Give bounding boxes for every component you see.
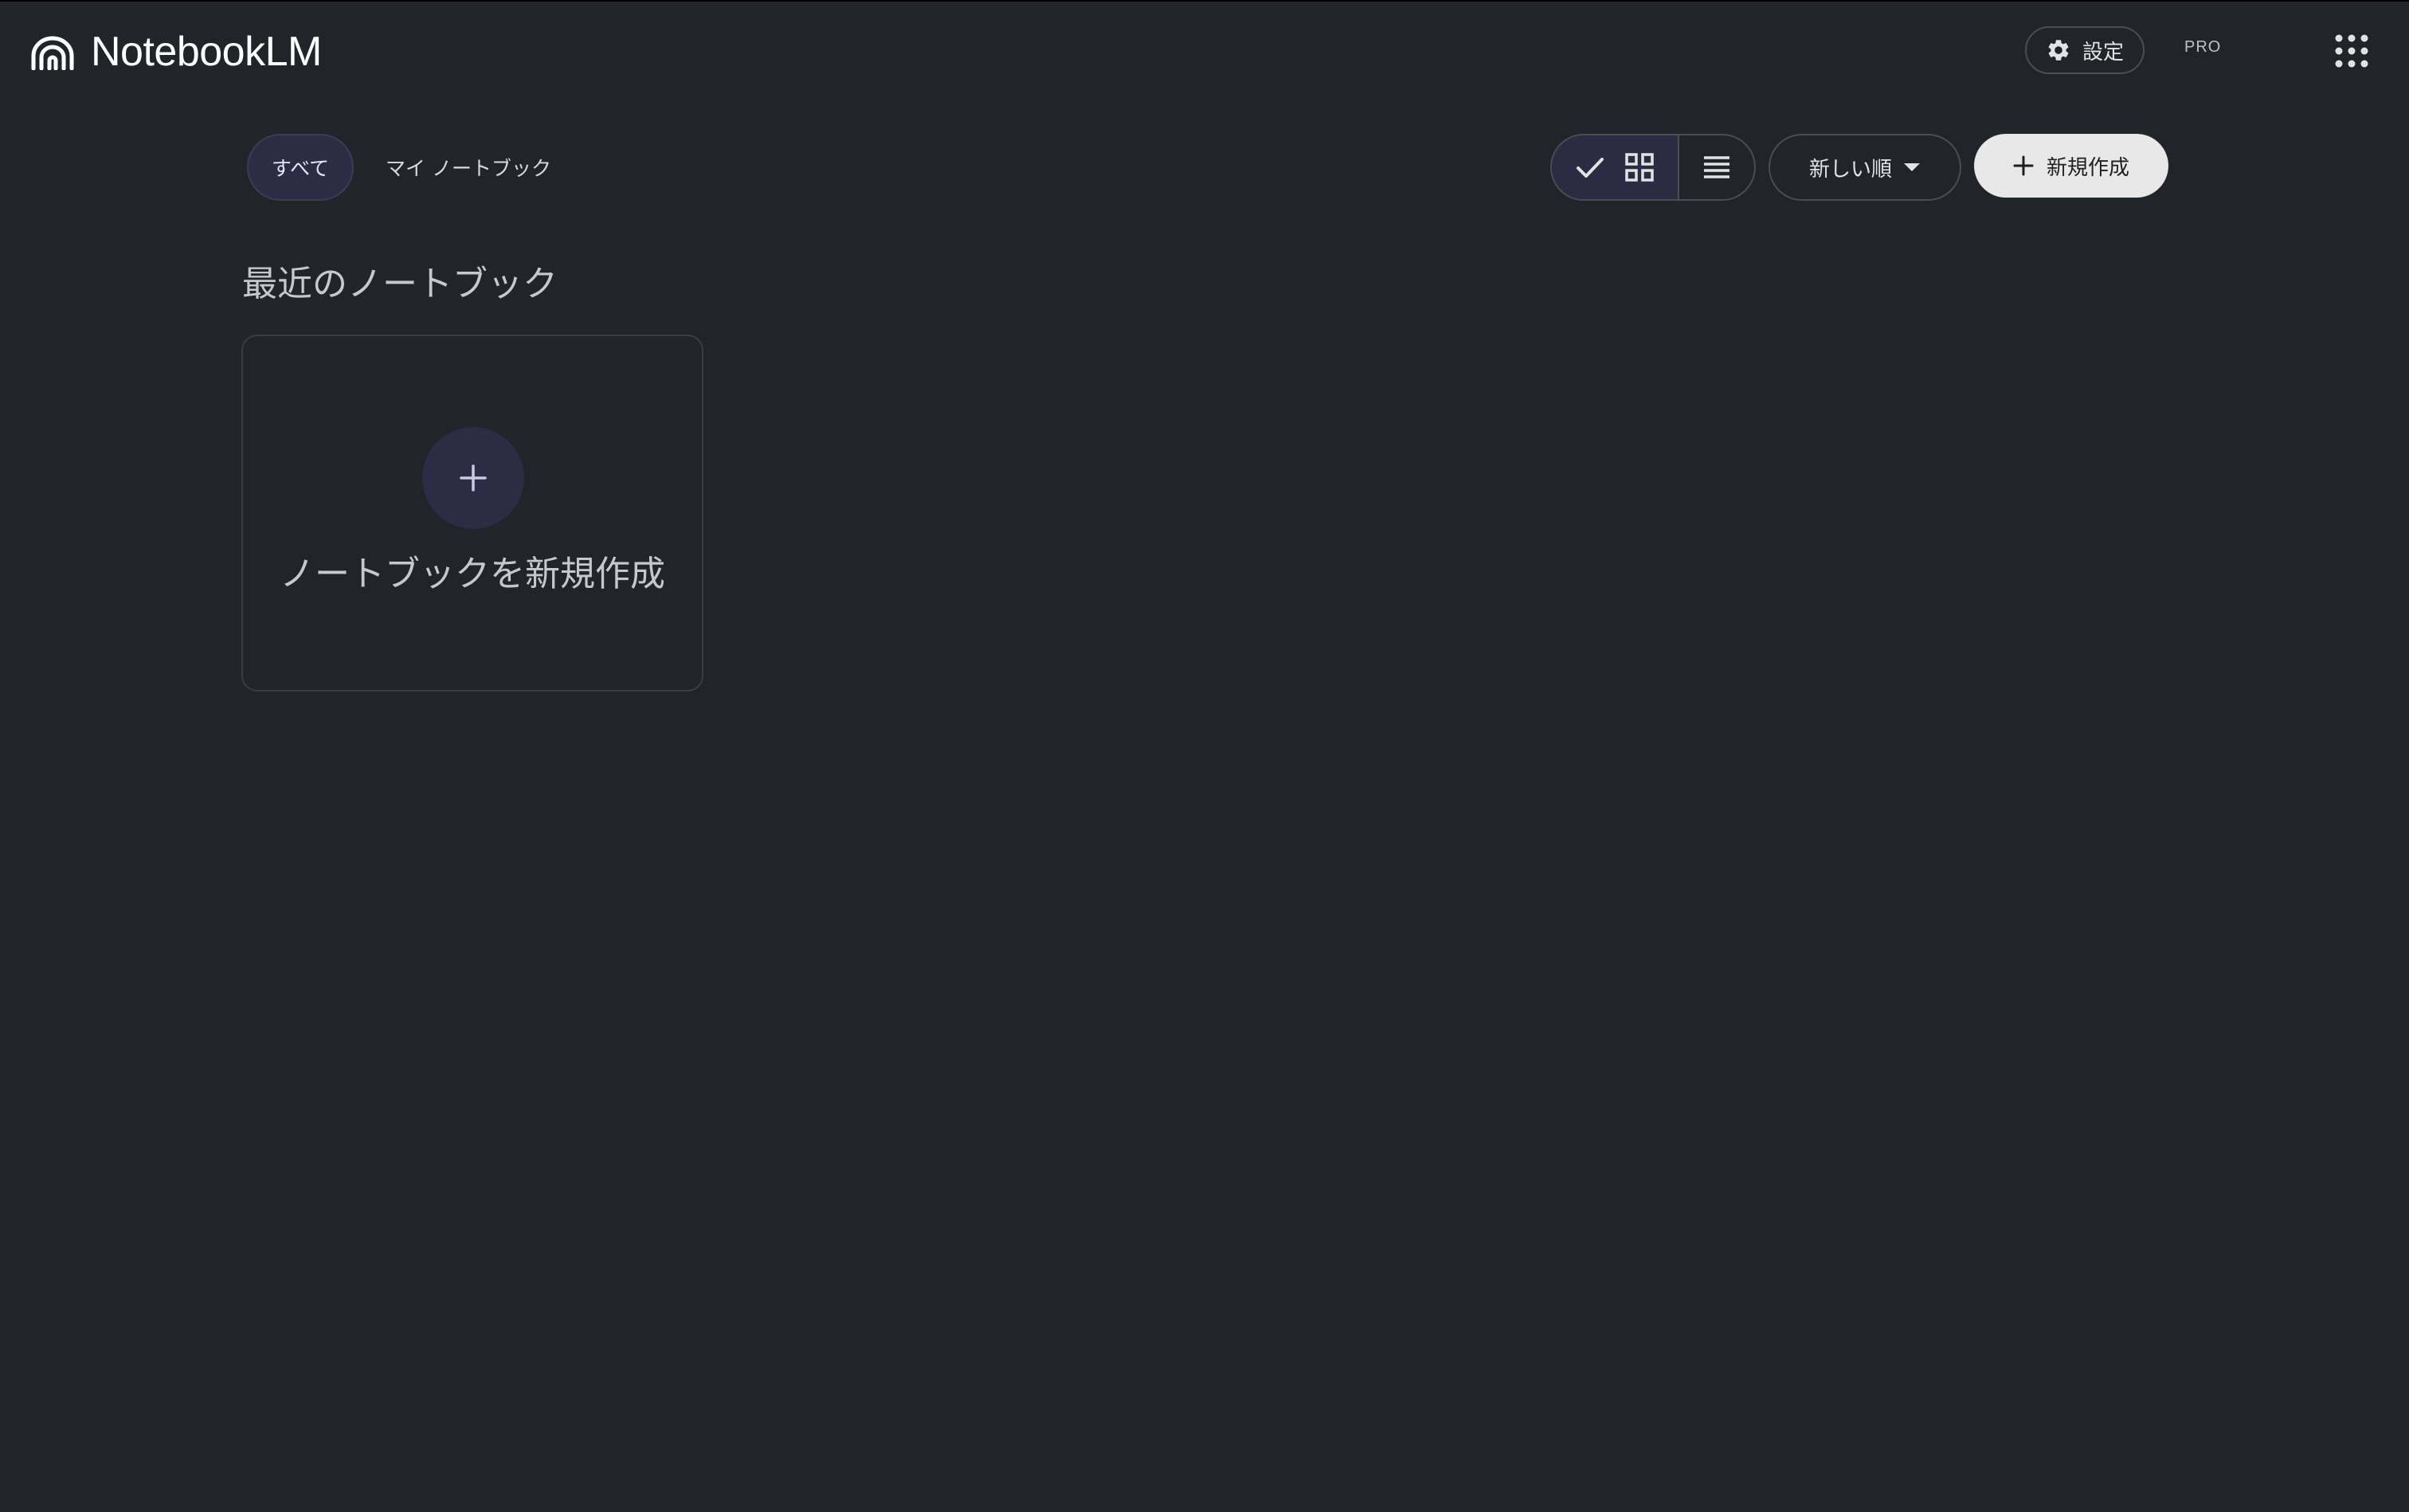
- filter-chip-my-notebooks[interactable]: マイ ノートブック: [371, 134, 566, 201]
- settings-label: 設定: [2082, 40, 2124, 65]
- new-notebook-label: ノートブックを新規作成: [280, 554, 665, 594]
- filter-chip-all[interactable]: すべて: [247, 134, 354, 201]
- caret-down-icon: [1904, 163, 1920, 171]
- new-notebook-plus-button: [422, 427, 524, 529]
- app-title: NotebookLM: [91, 29, 322, 75]
- grid-view-icon: [1625, 153, 1654, 182]
- settings-button[interactable]: 設定: [2025, 26, 2145, 74]
- new-notebook-card[interactable]: ノートブックを新規作成: [241, 335, 703, 691]
- section-title: 最近のノートブック: [242, 264, 558, 304]
- app-logo[interactable]: NotebookLM: [30, 24, 322, 80]
- plus-icon: [460, 464, 487, 492]
- list-view-button[interactable]: [1679, 135, 1754, 199]
- sort-dropdown[interactable]: 新しい順: [1769, 134, 1961, 201]
- pro-badge: PRO: [2184, 38, 2222, 56]
- list-view-icon: [1704, 156, 1729, 178]
- create-new-button[interactable]: 新規作成: [1974, 134, 2168, 198]
- view-mode-toggle: [1550, 134, 1756, 201]
- create-new-label: 新規作成: [2046, 155, 2129, 180]
- plus-icon: [2013, 155, 2034, 176]
- notebooklm-logo-icon: [31, 36, 74, 70]
- sort-label: 新しい順: [1808, 157, 1892, 182]
- gear-icon: [2048, 40, 2069, 61]
- apps-grid-icon[interactable]: [2334, 33, 2369, 69]
- app-header: NotebookLM 設定 PRO: [0, 0, 2409, 104]
- check-icon: [1577, 158, 1604, 178]
- grid-view-button[interactable]: [1552, 135, 1679, 199]
